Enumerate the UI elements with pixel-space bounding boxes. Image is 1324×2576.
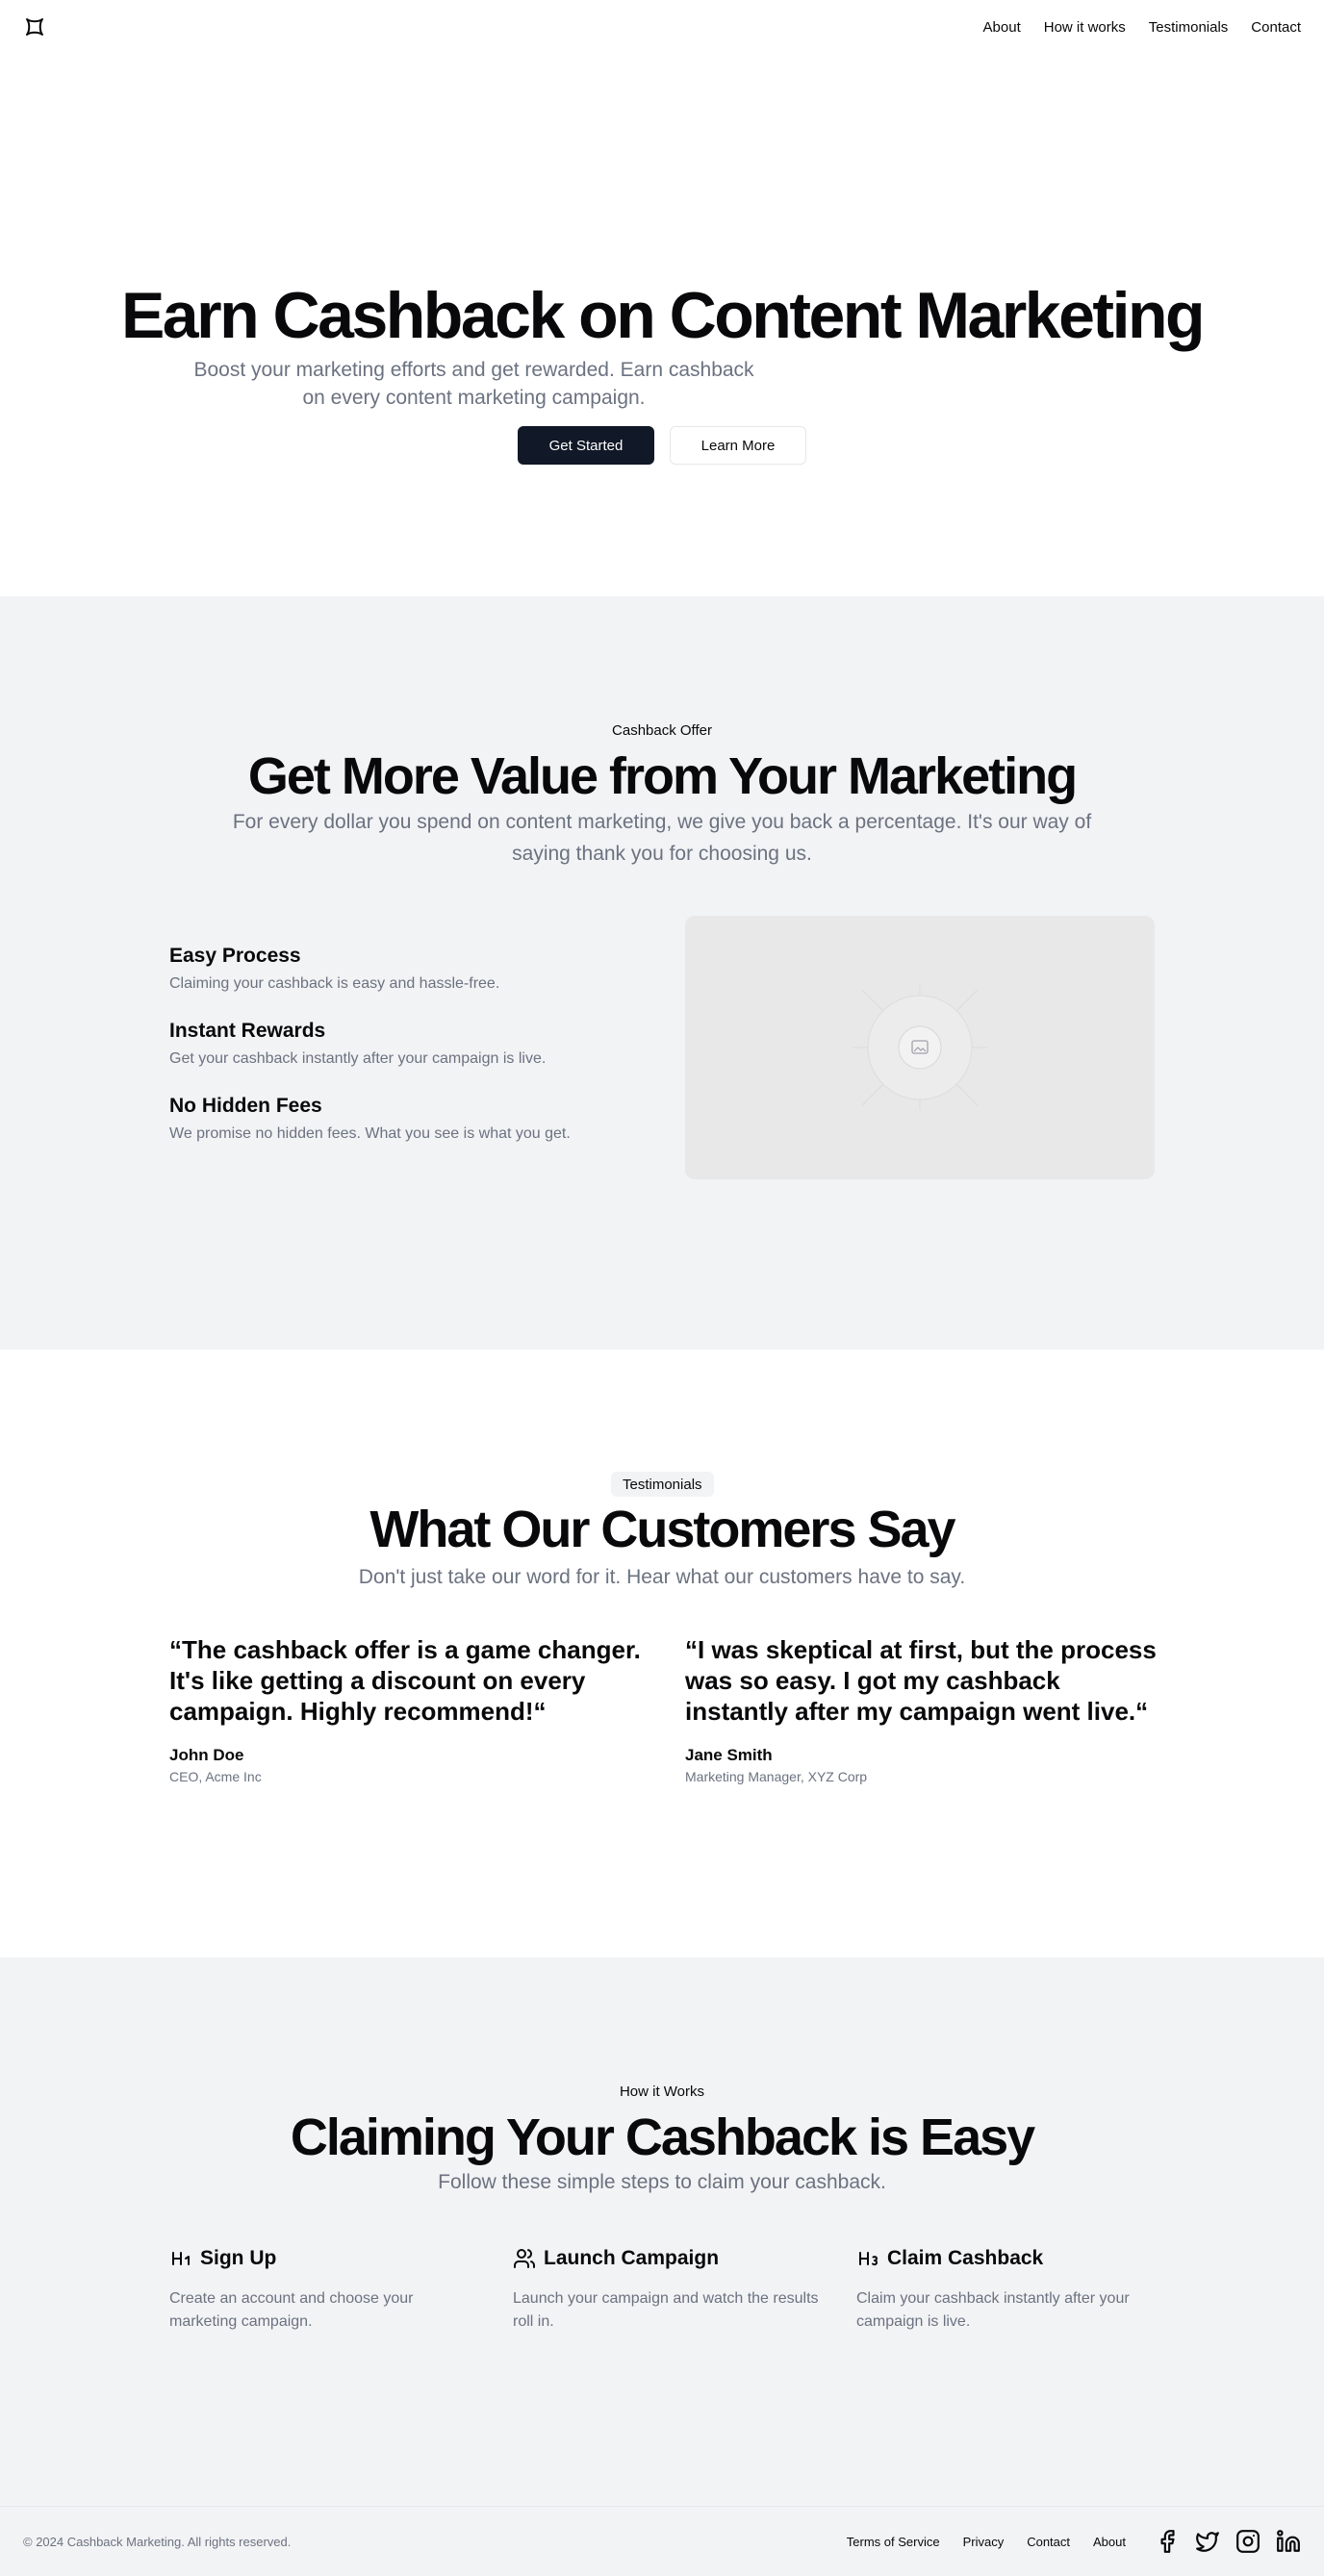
placeholder-image-icon bbox=[853, 985, 987, 1110]
testimonial-quote: “I was skeptical at first, but the proce… bbox=[685, 1635, 1157, 1726]
how-description: Follow these simple steps to claim your … bbox=[438, 2171, 886, 2193]
step-header: Sign Up bbox=[169, 2247, 477, 2270]
hero-subtitle: Boost your marketing efforts and get rew… bbox=[193, 359, 754, 409]
step-text: Create an account and choose your market… bbox=[169, 2290, 414, 2330]
feature-item: No Hidden Fees We promise no hidden fees… bbox=[169, 1095, 631, 1143]
step-title: Launch Campaign bbox=[544, 2247, 720, 2269]
site-header: About How it works Testimonials Contact bbox=[0, 0, 1324, 54]
nav-testimonials[interactable]: Testimonials bbox=[1149, 19, 1229, 36]
feature-list: Easy Process Claiming your cashback is e… bbox=[169, 945, 631, 1170]
copyright-text: © 2024 Cashback Marketing. All rights re… bbox=[23, 2534, 292, 2549]
cashback-offer-section: Cashback Offer Get More Value from Your … bbox=[0, 596, 1324, 1350]
feature-item: Easy Process Claiming your cashback is e… bbox=[169, 945, 631, 993]
step-text: Claim your cashback instantly after your… bbox=[856, 2290, 1130, 2330]
image-placeholder bbox=[685, 916, 1155, 1179]
feature-title: Easy Process bbox=[169, 945, 301, 967]
footer-link-terms[interactable]: Terms of Service bbox=[847, 2535, 940, 2549]
footer-link-about[interactable]: About bbox=[1093, 2535, 1126, 2549]
footer-link-privacy[interactable]: Privacy bbox=[963, 2535, 1005, 2549]
testimonials-section: Testimonials What Our Customers Say Don'… bbox=[0, 1350, 1324, 1957]
testimonials-description: Don't just take our word for it. Hear wh… bbox=[358, 1566, 966, 1588]
logo-icon[interactable] bbox=[23, 15, 46, 38]
footer-link-contact[interactable]: Contact bbox=[1027, 2535, 1070, 2549]
learn-more-button[interactable]: Learn More bbox=[670, 426, 806, 465]
testimonials-title: What Our Customers Say bbox=[369, 1501, 955, 1558]
nav-contact[interactable]: Contact bbox=[1251, 19, 1301, 36]
how-eyebrow: How it Works bbox=[619, 2084, 705, 2100]
site-footer: © 2024 Cashback Marketing. All rights re… bbox=[0, 2506, 1324, 2576]
testimonial-quote: “The cashback offer is a game changer. I… bbox=[169, 1635, 641, 1726]
facebook-icon[interactable] bbox=[1155, 2529, 1180, 2554]
heading-1-icon bbox=[169, 2247, 192, 2270]
step-item: Claim Cashback Claim your cashback insta… bbox=[856, 2247, 1164, 2334]
testimonial-card: “I was skeptical at first, but the proce… bbox=[685, 1634, 1166, 1784]
hero-section: Earn Cashback on Content Marketing Boost… bbox=[0, 54, 1324, 596]
step-item: Launch Campaign Launch your campaign and… bbox=[513, 2247, 821, 2334]
feature-title: Instant Rewards bbox=[169, 1020, 326, 1042]
step-text: Launch your campaign and watch the resul… bbox=[513, 2290, 819, 2330]
feature-text: We promise no hidden fees. What you see … bbox=[169, 1125, 571, 1142]
offer-eyebrow: Cashback Offer bbox=[612, 722, 712, 739]
offer-title: Get More Value from Your Marketing bbox=[247, 747, 1078, 805]
testimonials-badge: Testimonials bbox=[611, 1472, 714, 1497]
step-title: Claim Cashback bbox=[887, 2247, 1044, 2269]
testimonial-author: John Doe bbox=[169, 1746, 244, 1764]
nav-how-it-works[interactable]: How it works bbox=[1044, 19, 1126, 36]
testimonial-role: Marketing Manager, XYZ Corp bbox=[685, 1769, 868, 1784]
hero-title: Earn Cashback on Content Marketing bbox=[120, 279, 1206, 352]
step-header: Launch Campaign bbox=[513, 2247, 821, 2270]
offer-description: For every dollar you spend on content ma… bbox=[232, 811, 1092, 865]
main-nav: About How it works Testimonials Contact bbox=[983, 19, 1301, 36]
feature-item: Instant Rewards Get your cashback instan… bbox=[169, 1020, 631, 1068]
feature-text: Claiming your cashback is easy and hassl… bbox=[169, 975, 500, 992]
how-title: Claiming Your Cashback is Easy bbox=[290, 2109, 1035, 2166]
get-started-button[interactable]: Get Started bbox=[518, 426, 654, 465]
testimonial-card: “The cashback offer is a game changer. I… bbox=[169, 1634, 650, 1784]
users-icon bbox=[513, 2247, 536, 2270]
testimonial-role: CEO, Acme Inc bbox=[169, 1769, 262, 1784]
instagram-icon[interactable] bbox=[1235, 2529, 1260, 2554]
step-item: Sign Up Create an account and choose you… bbox=[169, 2247, 477, 2334]
step-title: Sign Up bbox=[200, 2247, 277, 2269]
linkedin-icon[interactable] bbox=[1276, 2529, 1301, 2554]
heading-3-icon bbox=[856, 2247, 879, 2270]
social-links bbox=[1155, 2529, 1301, 2554]
feature-text: Get your cashback instantly after your c… bbox=[169, 1050, 547, 1067]
feature-title: No Hidden Fees bbox=[169, 1095, 322, 1117]
step-header: Claim Cashback bbox=[856, 2247, 1164, 2270]
hero-actions: Get Started Learn More bbox=[518, 426, 806, 465]
footer-nav: Terms of Service Privacy Contact About bbox=[847, 2529, 1301, 2554]
testimonial-author: Jane Smith bbox=[685, 1746, 773, 1764]
twitter-icon[interactable] bbox=[1195, 2529, 1220, 2554]
how-it-works-section: How it Works Claiming Your Cashback is E… bbox=[0, 1957, 1324, 2506]
nav-about[interactable]: About bbox=[983, 19, 1021, 36]
